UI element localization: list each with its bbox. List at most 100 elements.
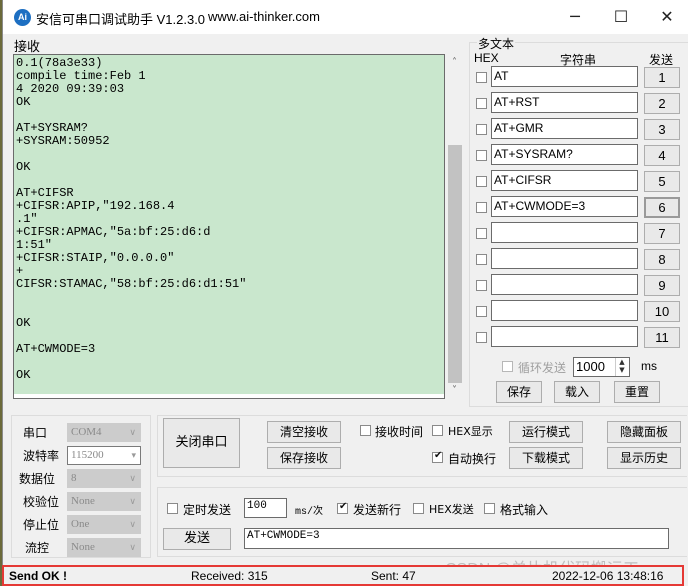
multi-text-row: 8 xyxy=(475,248,685,270)
close-icon[interactable]: ✕ xyxy=(644,0,688,34)
multi-text-input[interactable] xyxy=(491,300,638,321)
parity-value: None xyxy=(71,495,95,507)
maximize-icon[interactable]: ☐ xyxy=(598,0,644,34)
multi-send-button[interactable]: 8 xyxy=(644,249,680,270)
loop-unit-label: ms xyxy=(641,359,657,373)
stopbits-select[interactable]: One ∨ xyxy=(67,515,141,534)
databits-value: 8 xyxy=(71,472,77,484)
multi-text-input[interactable]: AT+GMR xyxy=(491,118,638,139)
databits-label: 数据位 xyxy=(19,472,56,486)
hex-checkbox[interactable] xyxy=(476,202,487,213)
multi-text-row: AT 1 xyxy=(475,66,685,88)
multi-send-button[interactable]: 9 xyxy=(644,275,680,296)
chevron-down-icon: ∨ xyxy=(129,542,136,552)
baud-value: 115200 xyxy=(71,449,104,461)
multi-text-row: 10 xyxy=(475,300,685,322)
scroll-up-icon[interactable]: ˄ xyxy=(446,54,463,71)
run-mode-button[interactable]: 运行模式 xyxy=(509,421,583,443)
multi-text-input[interactable] xyxy=(491,248,638,269)
clear-receive-button[interactable]: 清空接收 xyxy=(267,421,341,443)
flow-label: 流控 xyxy=(25,541,50,555)
multi-text-input[interactable]: AT+CIFSR xyxy=(491,170,638,191)
multi-text-input[interactable]: AT xyxy=(491,66,638,87)
timed-send-label: 定时发送 xyxy=(183,503,232,517)
timed-send-checkbox[interactable] xyxy=(167,503,178,514)
multi-send-button[interactable]: 2 xyxy=(644,93,680,114)
hex-display-label: HEX显示 xyxy=(448,425,493,438)
sent-count: Sent: 47 xyxy=(371,569,416,583)
interval-unit-label: ms/次 xyxy=(295,507,324,518)
multi-send-button[interactable]: 4 xyxy=(644,145,680,166)
close-port-button[interactable]: 关闭串口 xyxy=(163,418,240,468)
hex-checkbox[interactable] xyxy=(476,150,487,161)
hex-display-checkbox[interactable] xyxy=(432,425,443,436)
window-title: 安信可串口调试助手 V1.2.3.0 xyxy=(36,12,206,27)
port-select[interactable]: COM4 ∨ xyxy=(67,423,141,442)
parity-select[interactable]: None ∨ xyxy=(67,492,141,511)
flow-select[interactable]: None ∨ xyxy=(67,538,141,557)
stopbits-label: 停止位 xyxy=(23,518,60,532)
receive-textarea[interactable]: 0.1(78a3e33) compile time:Feb 1 4 2020 0… xyxy=(13,54,445,399)
send-button[interactable]: 发送 xyxy=(163,528,231,550)
auto-wrap-checkbox[interactable] xyxy=(432,450,443,463)
hex-checkbox[interactable] xyxy=(476,280,487,291)
timed-interval-input[interactable]: 100 xyxy=(244,498,287,518)
multi-text-row: 9 xyxy=(475,274,685,296)
reset-multi-button[interactable]: 重置 xyxy=(614,381,660,403)
parity-label: 校验位 xyxy=(23,495,60,509)
scroll-down-icon[interactable]: ˅ xyxy=(446,382,463,399)
multi-send-button[interactable]: 5 xyxy=(644,171,680,192)
baud-select[interactable]: 115200 ▾ xyxy=(67,446,141,465)
send-input[interactable]: AT+CWMODE=3 xyxy=(244,528,669,549)
recv-time-checkbox[interactable] xyxy=(360,425,371,436)
multi-send-button[interactable]: 11 xyxy=(644,327,680,348)
hex-checkbox[interactable] xyxy=(476,72,487,83)
multi-text-input[interactable]: AT+CWMODE=3 xyxy=(491,196,638,217)
multi-text-row: AT+SYSRAM? 4 xyxy=(475,144,685,166)
hex-checkbox[interactable] xyxy=(476,176,487,187)
databits-select[interactable]: 8 ∨ xyxy=(67,469,141,488)
hide-panel-button[interactable]: 隐藏面板 xyxy=(607,421,681,443)
send-newline-label: 发送新行 xyxy=(353,503,402,517)
hex-checkbox[interactable] xyxy=(476,332,487,343)
spin-up-icon[interactable]: ▲ xyxy=(616,358,628,366)
send-newline-checkbox[interactable] xyxy=(337,501,348,514)
save-multi-button[interactable]: 保存 xyxy=(496,381,542,403)
hex-checkbox[interactable] xyxy=(476,98,487,109)
multi-text-input[interactable] xyxy=(491,326,638,347)
multi-send-button[interactable]: 6 xyxy=(644,197,680,218)
hex-checkbox[interactable] xyxy=(476,254,487,265)
receive-text[interactable]: 0.1(78a3e33) compile time:Feb 1 4 2020 0… xyxy=(14,55,444,394)
loop-send-checkbox[interactable] xyxy=(502,361,513,372)
spin-down-icon[interactable]: ▼ xyxy=(616,366,628,374)
load-multi-button[interactable]: 载入 xyxy=(554,381,600,403)
download-mode-button[interactable]: 下载模式 xyxy=(509,447,583,469)
multi-text-input[interactable] xyxy=(491,274,638,295)
multi-send-button[interactable]: 1 xyxy=(644,67,680,88)
received-count: Received: 315 xyxy=(191,569,268,583)
multi-text-input[interactable] xyxy=(491,222,638,243)
chevron-down-icon: ∨ xyxy=(129,427,136,437)
minimize-icon[interactable]: ─ xyxy=(552,0,598,34)
hex-checkbox[interactable] xyxy=(476,124,487,135)
show-history-button[interactable]: 显示历史 xyxy=(607,447,681,469)
stopbits-value: One xyxy=(71,518,90,530)
receive-scrollbar[interactable]: ˄ ˅ xyxy=(446,54,463,399)
multi-send-button[interactable]: 10 xyxy=(644,301,680,322)
multi-text-input[interactable]: AT+SYSRAM? xyxy=(491,144,638,165)
hex-send-label: HEX发送 xyxy=(429,503,474,516)
hex-checkbox[interactable] xyxy=(476,306,487,317)
hex-checkbox[interactable] xyxy=(476,228,487,239)
format-input-checkbox[interactable] xyxy=(484,503,495,514)
hex-send-checkbox[interactable] xyxy=(413,503,424,514)
title-bar[interactable]: Ai 安信可串口调试助手 V1.2.3.0 www.ai-thinker.com… xyxy=(3,0,688,34)
loop-interval-spinner[interactable]: ▲ ▼ xyxy=(615,358,628,376)
multi-text-row: 7 xyxy=(475,222,685,244)
multi-text-input[interactable]: AT+RST xyxy=(491,92,638,113)
save-receive-button[interactable]: 保存接收 xyxy=(267,447,341,469)
scrollbar-thumb[interactable] xyxy=(448,145,462,383)
multi-send-button[interactable]: 7 xyxy=(644,223,680,244)
port-value: COM4 xyxy=(71,426,102,438)
multi-send-button[interactable]: 3 xyxy=(644,119,680,140)
flow-value: None xyxy=(71,541,95,553)
